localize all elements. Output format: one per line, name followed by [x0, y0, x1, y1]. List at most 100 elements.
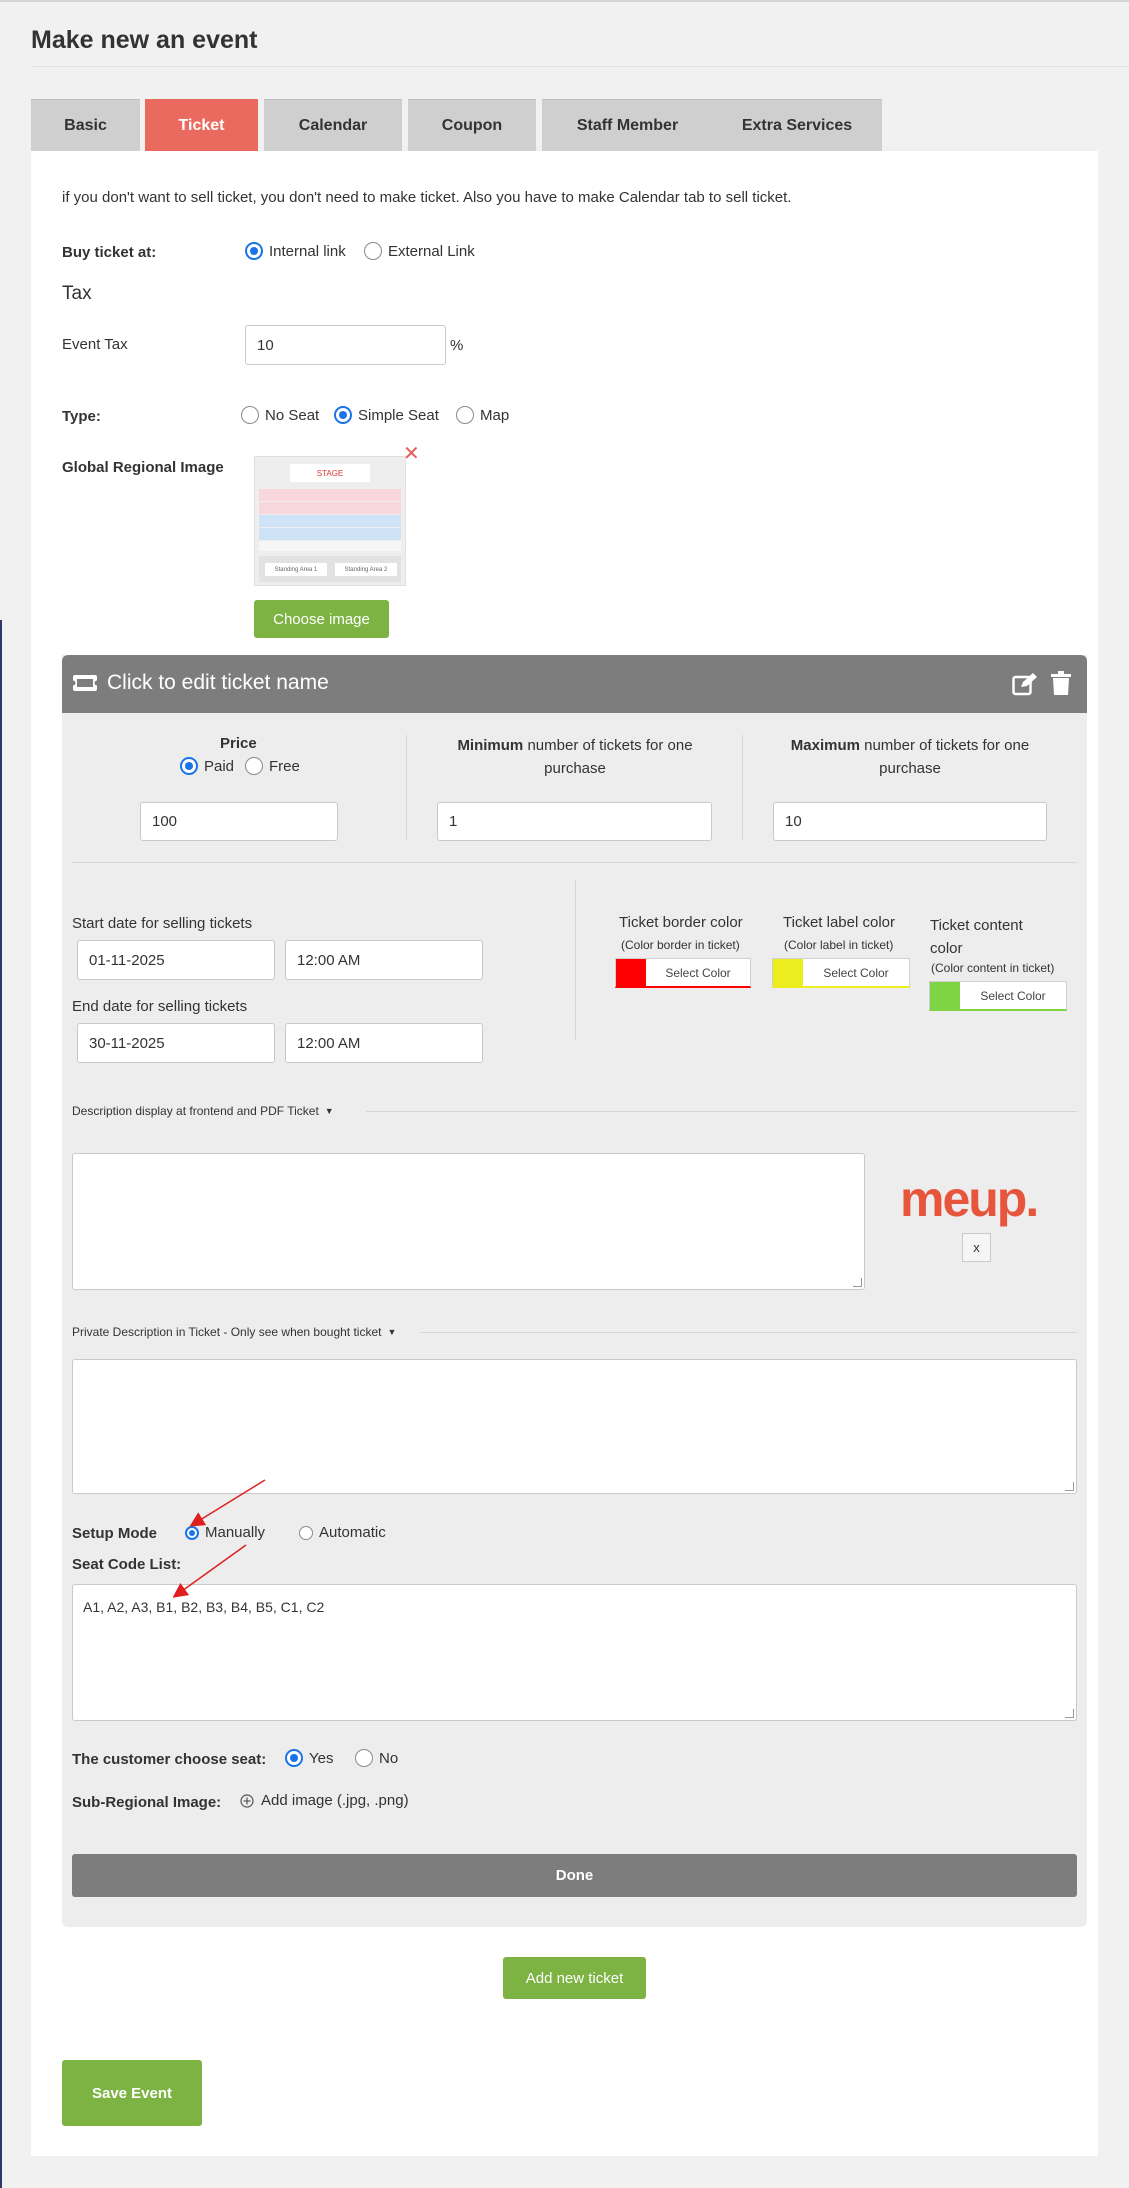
choose-no-label: No [379, 1749, 399, 1767]
page-title: Make new an event [31, 26, 258, 54]
choose-image-button[interactable]: Choose image [254, 600, 389, 638]
internal-link-label: Internal link [269, 242, 346, 260]
content-color-picker[interactable]: Select Color [929, 981, 1067, 1011]
tab-extra-services[interactable]: Extra Services [712, 99, 882, 151]
description-textarea[interactable] [72, 1153, 865, 1290]
paid-label: Paid [204, 757, 235, 775]
tab-coupon[interactable]: Coupon [408, 99, 536, 151]
ticket-notice: if you don't want to sell ticket, you do… [62, 189, 792, 206]
choose-yes-radio[interactable] [285, 1749, 303, 1767]
description-divider [366, 1111, 1077, 1112]
choose-no-option[interactable]: No [355, 1749, 398, 1767]
content-color-note: (Color content in ticket) [931, 961, 1055, 975]
buy-external-option[interactable]: External Link [364, 242, 475, 260]
external-link-label: External Link [388, 242, 475, 260]
start-date-label: Start date for selling tickets [72, 915, 253, 932]
simple-seat-option[interactable]: Simple Seat [334, 406, 439, 424]
free-radio[interactable] [245, 757, 263, 775]
simple-seat-label: Simple Seat [358, 406, 439, 424]
manually-option[interactable]: Manually [185, 1524, 265, 1541]
start-date-input[interactable]: 01-11-2025 [77, 940, 275, 980]
left-border [0, 620, 2, 2188]
label-color-title: Ticket label color [783, 914, 895, 931]
save-event-button[interactable]: Save Event [62, 2060, 202, 2126]
maximum-input[interactable]: 10 [773, 802, 1047, 841]
internal-link-radio[interactable] [245, 242, 263, 260]
tab-ticket[interactable]: Ticket [145, 99, 258, 151]
label-color-button[interactable]: Select Color [803, 966, 909, 980]
label-color-picker[interactable]: Select Color [772, 958, 910, 988]
caret-down-icon: ▼ [387, 1327, 397, 1337]
add-sub-regional-image[interactable]: Add image (.jpg, .png) [240, 1792, 409, 1809]
edit-icon[interactable] [1012, 672, 1038, 696]
tax-heading: Tax [62, 283, 92, 304]
stage-label: STAGE [290, 464, 370, 482]
add-new-ticket-button[interactable]: Add new ticket [503, 1957, 646, 1999]
private-description-divider [421, 1332, 1077, 1333]
seat-row-plain [259, 541, 401, 551]
event-tax-label: Event Tax [62, 336, 128, 353]
seat-row-pink-2 [259, 502, 401, 514]
price-section-divider [72, 862, 1077, 863]
no-seat-label: No Seat [265, 406, 320, 424]
ticket-card [62, 655, 1087, 1927]
tab-calendar[interactable]: Calendar [264, 99, 402, 151]
map-label: Map [480, 406, 510, 424]
description-label: Description display at frontend and PDF … [72, 1104, 319, 1118]
minimum-label: Minimum number of tickets for one purcha… [430, 734, 720, 780]
no-seat-option[interactable]: No Seat [241, 406, 319, 424]
border-color-picker[interactable]: Select Color [615, 958, 751, 988]
no-seat-radio[interactable] [241, 406, 259, 424]
ticket-name-editable[interactable]: Click to edit ticket name [107, 671, 329, 695]
end-date-label: End date for selling tickets [72, 998, 248, 1015]
map-option[interactable]: Map [456, 406, 509, 424]
seat-code-textarea[interactable]: A1, A2, A3, B1, B2, B3, B4, B5, C1, C2 [72, 1584, 1077, 1721]
buy-ticket-label: Buy ticket at: [62, 244, 157, 261]
trash-icon[interactable] [1050, 671, 1072, 696]
price-label: Price [220, 735, 257, 752]
close-icon[interactable]: ✕ [403, 444, 420, 464]
tab-staff-member[interactable]: Staff Member [542, 99, 713, 151]
standing-area-1: Standing Area 1 [265, 563, 327, 576]
tab-basic[interactable]: Basic [31, 99, 140, 151]
content-color-title: Ticket content color [930, 917, 1023, 957]
event-tax-input[interactable]: 10 [245, 325, 446, 365]
free-option[interactable]: Free [245, 757, 300, 775]
manually-label: Manually [205, 1524, 266, 1541]
seat-row-blue-1 [259, 515, 401, 527]
map-radio[interactable] [456, 406, 474, 424]
maximum-rest: number of tickets for one purchase [864, 737, 1030, 777]
minimum-divider [742, 735, 743, 840]
caret-down-icon: ▼ [324, 1106, 334, 1116]
label-color-note: (Color label in ticket) [784, 938, 894, 952]
private-description-toggle[interactable]: Private Description in Ticket - Only see… [72, 1325, 396, 1339]
logo-remove-button[interactable]: x [962, 1233, 991, 1262]
choose-no-radio[interactable] [355, 1749, 373, 1767]
price-input[interactable]: 100 [140, 802, 338, 841]
manually-radio[interactable] [185, 1525, 199, 1540]
external-link-radio[interactable] [364, 242, 382, 260]
start-time-input[interactable]: 12:00 AM [285, 940, 483, 980]
end-time-input[interactable]: 12:00 AM [285, 1023, 483, 1063]
price-divider [406, 735, 407, 840]
description-toggle[interactable]: Description display at frontend and PDF … [72, 1104, 334, 1118]
paid-radio[interactable] [180, 757, 198, 775]
private-description-textarea[interactable] [72, 1359, 1077, 1494]
buy-internal-option[interactable]: Internal link [245, 242, 346, 260]
border-color-title: Ticket border color [619, 914, 743, 931]
ticket-icon [72, 675, 98, 691]
meup-logo: meup. [900, 1171, 1039, 1227]
automatic-radio[interactable] [299, 1525, 313, 1540]
automatic-option[interactable]: Automatic [299, 1524, 386, 1541]
simple-seat-radio[interactable] [334, 406, 352, 424]
regional-image-thumbnail: STAGE Standing Area 1 Standing Area 2 [254, 456, 406, 586]
minimum-input[interactable]: 1 [437, 802, 712, 841]
border-color-button[interactable]: Select Color [646, 966, 750, 980]
content-color-button[interactable]: Select Color [960, 989, 1066, 1003]
title-divider [31, 66, 1129, 67]
done-button[interactable]: Done [72, 1854, 1077, 1897]
paid-option[interactable]: Paid [180, 757, 234, 775]
type-label: Type: [62, 408, 101, 425]
end-date-input[interactable]: 30-11-2025 [77, 1023, 275, 1063]
choose-yes-option[interactable]: Yes [285, 1749, 333, 1767]
